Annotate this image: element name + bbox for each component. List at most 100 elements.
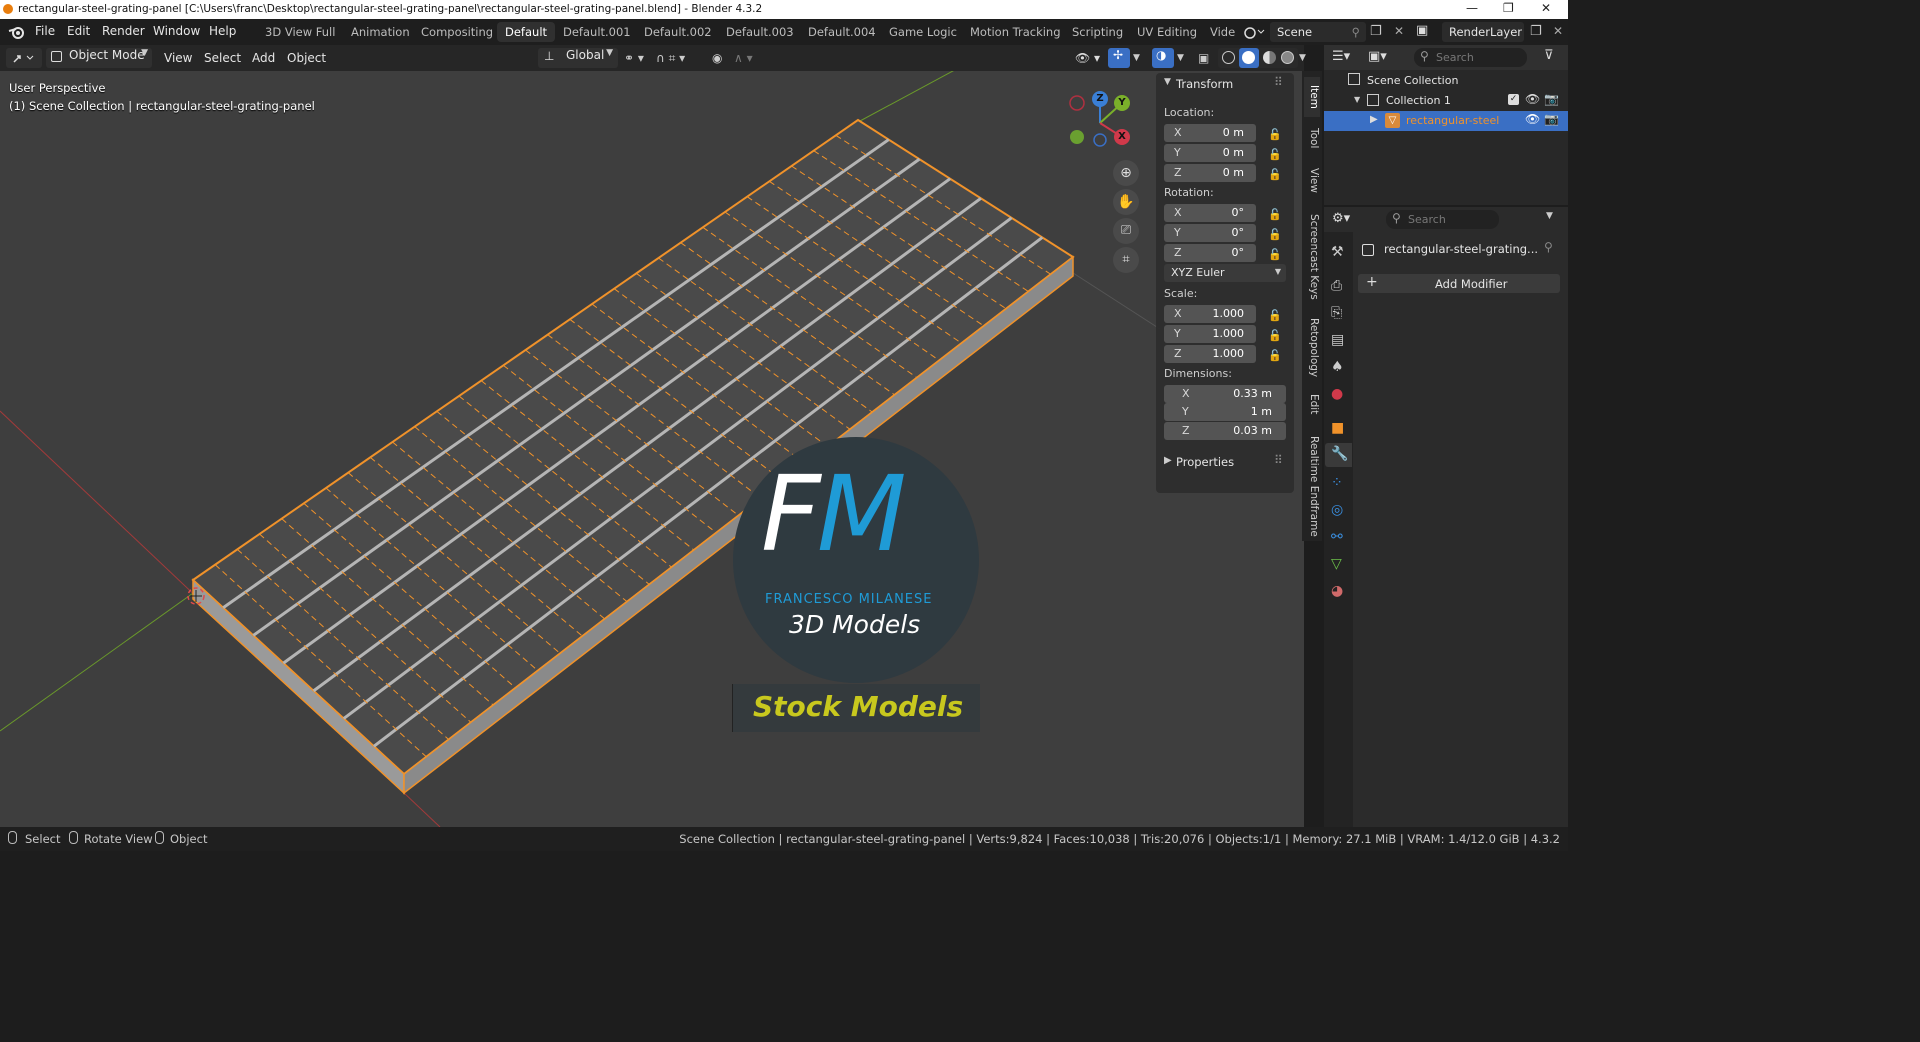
rotation-x-field[interactable]: X 0° (1164, 204, 1256, 222)
tab-default-002[interactable]: Default.002 (636, 22, 720, 42)
blender-menu-icon[interactable] (8, 25, 26, 39)
camera-icon[interactable]: 📷 (1544, 112, 1559, 126)
tab-default-001[interactable]: Default.001 (555, 22, 639, 42)
tab-scripting[interactable]: Scripting (1064, 22, 1131, 42)
chevron-right-icon[interactable]: ▶ (1370, 114, 1378, 125)
properties-section-title[interactable]: Properties (1176, 455, 1234, 469)
overlays-dropdown-icon[interactable]: ▼ (1177, 48, 1184, 68)
constraints-tab-icon[interactable]: ⚯ (1331, 529, 1343, 545)
pin-icon[interactable]: ⚲ (1544, 240, 1553, 254)
close-button[interactable]: ✕ (1541, 1, 1551, 15)
eye-icon[interactable]: 👁 (1525, 112, 1540, 126)
location-y-field[interactable]: Y 0 m (1164, 144, 1256, 162)
object-tab-icon[interactable]: ■ (1331, 420, 1344, 436)
render-tab-icon[interactable]: ⎙ (1331, 278, 1342, 294)
modifier-tab-button[interactable]: 🔧 (1325, 443, 1352, 467)
chevron-down-icon[interactable]: ▼ (1164, 77, 1171, 87)
tab-edit[interactable]: Edit (1304, 389, 1320, 419)
add-modifier-button[interactable]: + Add Modifier (1358, 274, 1560, 293)
overlays-toggle-button[interactable]: ◑ (1152, 48, 1174, 68)
menu-render[interactable]: Render (102, 24, 145, 38)
pivot-point-icon[interactable]: ⚭ ▾ (624, 48, 644, 68)
scale-x-field[interactable]: X 1.000 (1164, 305, 1256, 323)
tab-tool[interactable]: Tool (1304, 123, 1320, 153)
menu-help[interactable]: Help (209, 24, 236, 38)
snap-icon[interactable]: ∩ ⌗ ▾ (656, 48, 685, 68)
lock-icon[interactable]: 🔓 (1268, 208, 1282, 221)
new-scene-icon[interactable]: ❐ (1370, 24, 1382, 39)
tab-view[interactable]: View (1304, 163, 1320, 197)
navigation-gizmo[interactable]: Z Y X (1062, 89, 1140, 151)
menu-edit[interactable]: Edit (67, 24, 90, 38)
tab-default-003[interactable]: Default.003 (718, 22, 802, 42)
location-z-field[interactable]: Z 0 m (1164, 164, 1256, 182)
new-view-layer-icon[interactable]: ❐ (1530, 24, 1542, 39)
render-layer-icon[interactable]: ▣ (1416, 23, 1428, 38)
shading-dropdown-icon[interactable]: ▼ (1299, 48, 1306, 68)
delete-view-layer-icon[interactable]: ✕ (1553, 24, 1563, 38)
dimensions-z-field[interactable]: Z 0.03 m (1164, 422, 1286, 440)
outliner-row-collection-1[interactable]: ▼ Collection 1 ✓ 👁 📷 (1324, 91, 1568, 111)
gizmo-z-axis[interactable]: Z (1092, 91, 1108, 107)
transform-section-title[interactable]: Transform (1176, 77, 1233, 91)
solid-shading-button[interactable] (1239, 48, 1259, 68)
lock-icon[interactable]: 🔓 (1268, 329, 1282, 342)
menu-file[interactable]: File (35, 24, 55, 38)
material-shading-icon[interactable] (1263, 51, 1276, 64)
minimize-button[interactable]: — (1466, 1, 1478, 15)
menu-object[interactable]: Object (287, 48, 326, 68)
tab-compositing[interactable]: Compositing (413, 22, 501, 42)
tab-default-004[interactable]: Default.004 (800, 22, 884, 42)
transform-orientation-selector[interactable]: ⊥ Global ▼ (538, 48, 618, 68)
mode-selector[interactable]: Object Mode ▼ (46, 48, 152, 68)
checkbox-icon[interactable]: ✓ (1508, 94, 1519, 105)
particles-tab-icon[interactable]: ⁘ (1331, 475, 1343, 491)
dimensions-y-field[interactable]: Y 1 m (1164, 403, 1286, 421)
falloff-icon[interactable]: ∧ ▾ (734, 48, 753, 68)
zoom-icon[interactable]: ⊕ (1113, 160, 1139, 186)
scene-name-field[interactable]: Scene ⚲ (1270, 22, 1366, 42)
view-layer-tab-icon[interactable]: ▤ (1331, 332, 1344, 348)
tab-realtime-endframe[interactable]: Realtime Endframe (1304, 431, 1320, 541)
outliner-row-object[interactable]: ▶ ▽ rectangular-steel 👁 📷 (1324, 111, 1568, 131)
rotation-z-field[interactable]: Z 0° (1164, 244, 1256, 262)
render-layer-field[interactable]: RenderLayer (1442, 22, 1524, 42)
camera-view-icon[interactable]: ⎚ (1113, 218, 1139, 244)
menu-view[interactable]: View (164, 48, 192, 68)
gizmo-y-axis[interactable]: Y (1114, 95, 1130, 111)
lock-icon[interactable]: 🔓 (1268, 168, 1282, 181)
tab-motion-tracking[interactable]: Motion Tracking (962, 22, 1069, 42)
lock-icon[interactable]: 🔓 (1268, 309, 1282, 322)
rotation-mode-select[interactable]: XYZ Euler ▼ (1164, 264, 1286, 282)
properties-editor-icon[interactable]: ⚙▾ (1332, 211, 1350, 226)
filter-icon[interactable]: ⊽ (1544, 48, 1554, 63)
3d-viewport[interactable]: User Perspective (1) Scene Collection | … (0, 71, 1304, 827)
tab-uv-editing[interactable]: UV Editing (1129, 22, 1205, 42)
gizmo-toggle-button[interactable]: ✢ (1108, 48, 1130, 68)
chevron-down-icon[interactable]: ▼ (1354, 95, 1360, 104)
scale-z-field[interactable]: Z 1.000 (1164, 345, 1256, 363)
physics-tab-icon[interactable]: ◎ (1331, 502, 1343, 518)
tab-video[interactable]: Vide (1202, 22, 1243, 42)
delete-scene-icon[interactable]: ✕ (1394, 24, 1404, 38)
proportional-editing-icon[interactable]: ◉ (712, 48, 722, 68)
material-tab-icon[interactable]: ◕ (1331, 583, 1343, 599)
menu-select[interactable]: Select (204, 48, 241, 68)
outliner-search-input[interactable]: ⚲ Search (1414, 48, 1527, 67)
xray-icon[interactable]: ▣ (1198, 48, 1209, 68)
tab-3d-view-full[interactable]: 3D View Full (257, 22, 343, 42)
lock-icon[interactable]: 🔓 (1268, 248, 1282, 261)
lock-icon[interactable]: 🔓 (1268, 349, 1282, 362)
gizmo-x-axis[interactable]: X (1114, 129, 1130, 145)
tool-tab-icon[interactable]: ⚒ (1331, 244, 1344, 260)
tab-retopology[interactable]: Retopology (1304, 315, 1320, 381)
wireframe-shading-icon[interactable] (1222, 51, 1235, 64)
pan-hand-icon[interactable]: ✋ (1113, 189, 1139, 215)
maximize-button[interactable]: ❐ (1503, 1, 1514, 15)
properties-search-input[interactable]: ⚲ Search (1386, 210, 1499, 229)
chevron-right-icon[interactable]: ▶ (1164, 455, 1172, 466)
outliner-editor-icon[interactable]: ☰▾ (1332, 49, 1350, 64)
eye-icon[interactable]: 👁 (1525, 92, 1540, 106)
outliner-row-scene-collection[interactable]: Scene Collection (1324, 71, 1568, 91)
drag-handle-icon[interactable]: ⠿ (1274, 453, 1283, 467)
